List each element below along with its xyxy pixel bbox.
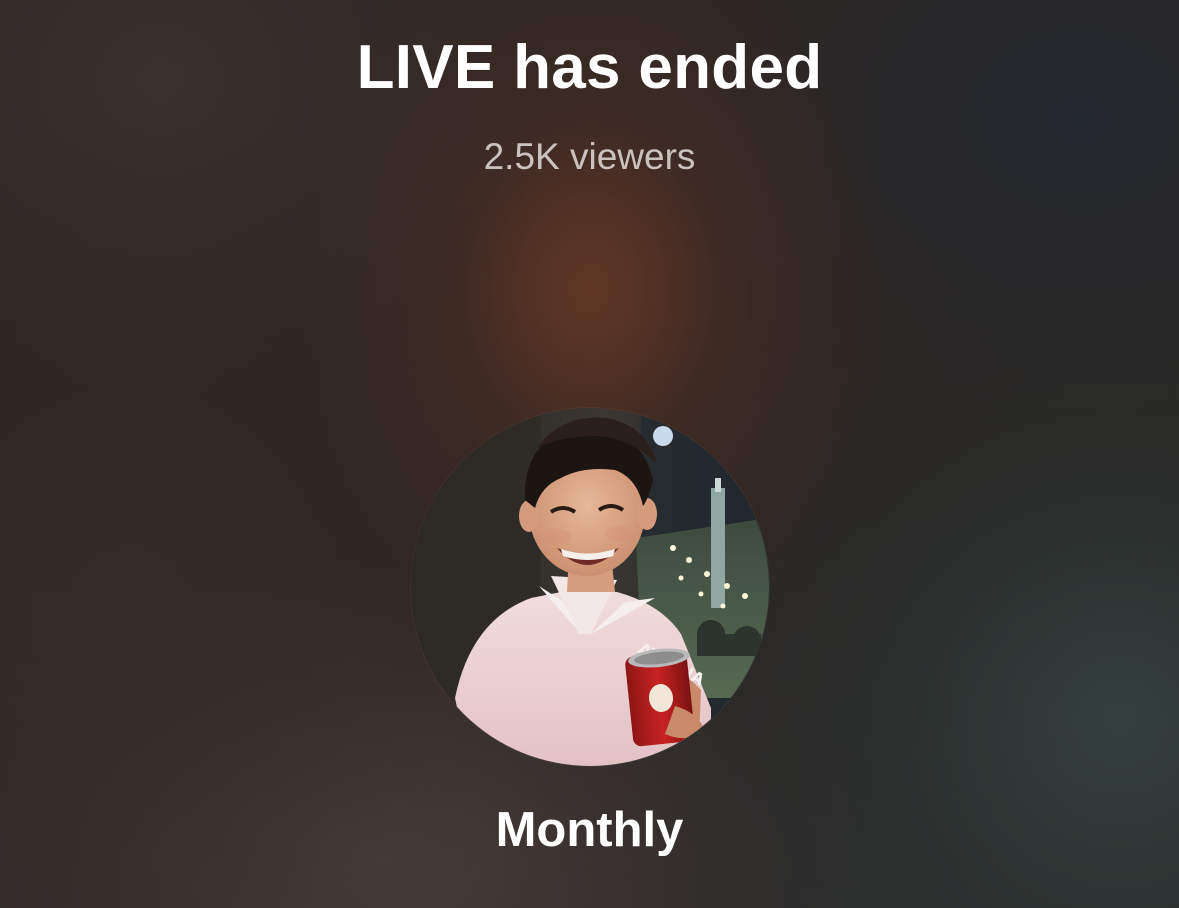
avatar-photo: ATHENA (411, 408, 769, 766)
avatar[interactable]: ATHENA (411, 408, 769, 766)
viewer-count: 2.5K viewers (483, 136, 696, 177)
username[interactable]: Monthly (0, 800, 1179, 860)
live-ended-title: LIVE has ended (356, 33, 823, 102)
